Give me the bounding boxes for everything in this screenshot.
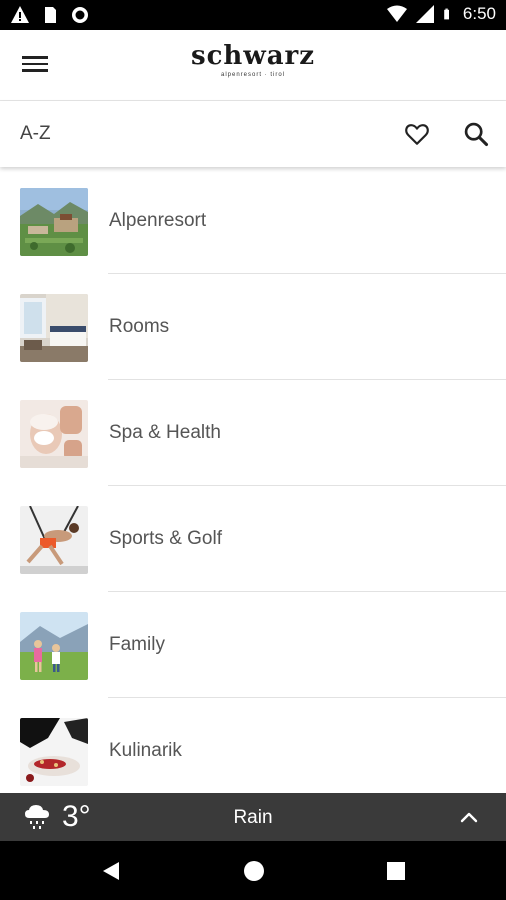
weather-bar[interactable]: 3° Rain [0, 793, 506, 841]
status-bar: 6:50 [0, 0, 506, 30]
alpenresort-thumbnail [20, 188, 88, 256]
category-list: Alpenresort Rooms Spa & Health Sports & … [0, 168, 506, 804]
system-navigation-bar [0, 841, 506, 900]
back-icon[interactable] [100, 860, 122, 882]
section-toolbar: A-Z [0, 101, 506, 167]
status-time: 6:50 [462, 4, 496, 23]
logo-subtext: alpenresort · tirol [220, 72, 286, 78]
list-item-label: Kulinarik [109, 740, 182, 761]
battery-icon [444, 8, 449, 20]
brand-logo[interactable]: schwarz alpenresort · tirol [0, 42, 506, 78]
page-title: A-Z [20, 123, 51, 144]
signal-icon [415, 5, 434, 23]
spa-health-thumbnail [20, 400, 88, 468]
sports-golf-thumbnail [20, 506, 88, 574]
list-item-label: Family [109, 634, 165, 655]
logo-text: schwarz [190, 41, 316, 71]
record-icon [72, 7, 88, 23]
app-header: schwarz alpenresort · tirol [0, 30, 506, 101]
list-item-label: Sports & Golf [109, 528, 222, 549]
weather-condition: Rain [233, 807, 273, 828]
list-item-rooms[interactable]: Rooms [0, 274, 506, 380]
search-icon[interactable] [462, 120, 490, 148]
rooms-thumbnail [20, 294, 88, 362]
list-item-label: Spa & Health [109, 422, 221, 443]
home-icon[interactable] [243, 860, 265, 882]
sim-card-icon [45, 7, 56, 23]
family-thumbnail [20, 612, 88, 680]
list-item-family[interactable]: Family [0, 592, 506, 698]
chevron-up-icon[interactable] [458, 806, 480, 828]
warning-icon [11, 6, 29, 23]
list-item-alpenresort[interactable]: Alpenresort [0, 168, 506, 274]
list-item-sports-golf[interactable]: Sports & Golf [0, 486, 506, 592]
list-item-kulinarik[interactable]: Kulinarik [0, 698, 506, 804]
kulinarik-thumbnail [20, 718, 88, 786]
list-item-label: Rooms [109, 316, 170, 337]
heart-icon[interactable] [403, 121, 431, 147]
wifi-icon [386, 5, 407, 22]
list-item-spa-health[interactable]: Spa & Health [0, 380, 506, 486]
recents-icon[interactable] [386, 861, 406, 881]
list-item-label: Alpenresort [109, 210, 207, 231]
